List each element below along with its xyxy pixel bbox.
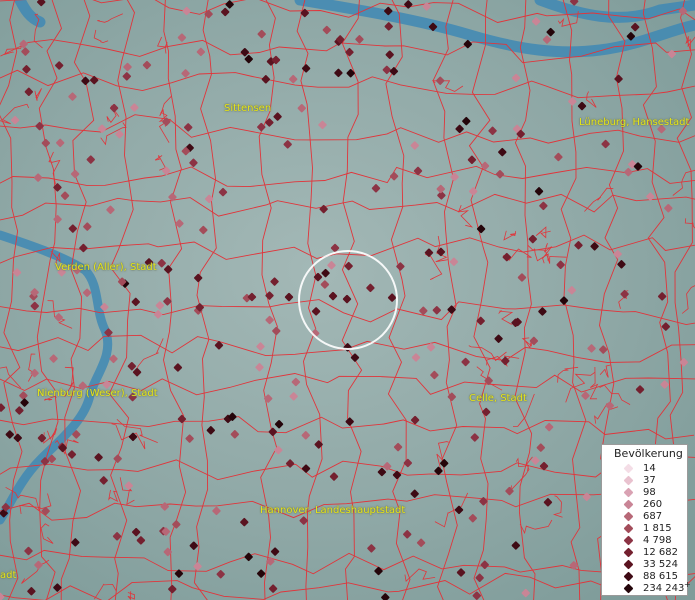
legend-plus-suffix: + <box>684 580 691 589</box>
place-label-sittensen[interactable]: Sittensen <box>224 103 271 114</box>
legend-value: 12 682 <box>643 547 678 558</box>
place-label-hannover[interactable]: Hannover, Landeshauptstadt <box>260 505 405 516</box>
legend-value: 234 243 <box>643 583 685 594</box>
legend-value: 88 615 <box>643 571 678 582</box>
legend-value: 14 <box>643 463 656 474</box>
legend-swatch <box>623 475 634 486</box>
legend-swatch <box>623 511 634 522</box>
legend-value: 33 524 <box>643 559 678 570</box>
place-label-verden[interactable]: Verden (Aller), Stadt <box>55 262 157 273</box>
place-label-celle[interactable]: Celle, Stadt <box>469 393 527 404</box>
legend-swatch <box>623 547 634 558</box>
legend-swatch <box>623 523 634 534</box>
legend-row: 234 243 + <box>602 580 691 596</box>
legend-swatch <box>623 463 634 474</box>
place-label-left-edge[interactable]: adt <box>0 570 16 581</box>
legend-swatch <box>623 487 634 498</box>
place-label-lueneburg[interactable]: Lüneburg, Hansestadt <box>579 117 689 128</box>
legend-swatch <box>623 559 634 570</box>
legend-value: 687 <box>643 511 663 522</box>
legend-swatch <box>623 583 634 594</box>
legend-swatch <box>623 571 634 582</box>
population-legend: Bevölkerung 14 37 98 260 687 1 815 4 798 12 682… <box>601 444 691 596</box>
legend-value: 260 <box>643 499 663 510</box>
legend-swatch <box>623 499 634 510</box>
place-label-nienburg[interactable]: Nienburg (Weser), Stadt <box>37 388 158 399</box>
legend-value: 98 <box>643 487 656 498</box>
legend-value: 37 <box>643 475 656 486</box>
legend-swatch <box>623 535 634 546</box>
legend-value: 1 815 <box>643 523 672 534</box>
legend-title: Bevölkerung <box>614 447 683 460</box>
legend-value: 4 798 <box>643 535 672 546</box>
